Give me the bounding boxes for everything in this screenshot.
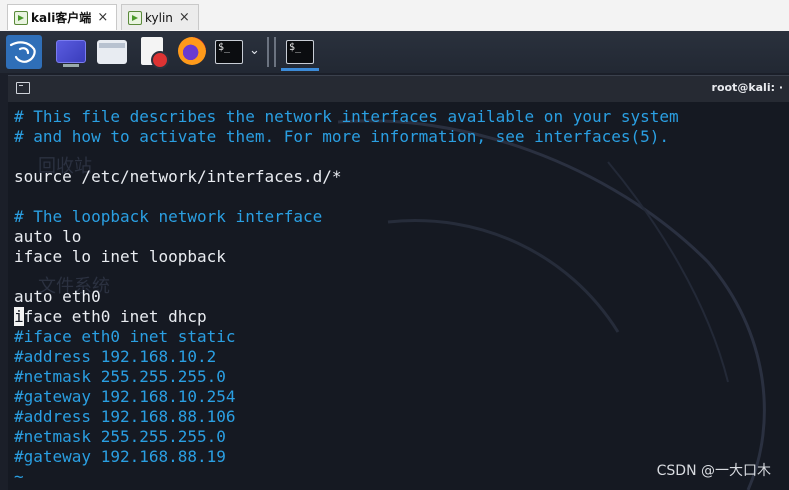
show-desktop-icon[interactable]	[56, 40, 86, 67]
panel-separator	[267, 37, 269, 67]
kali-top-panel: $_ ⌄ $_	[0, 31, 789, 73]
vm-icon	[128, 10, 142, 25]
text-line: ~	[14, 467, 24, 486]
vm-tab-kali[interactable]: kali客户端 ×	[7, 4, 117, 30]
vm-tab-bar: kali客户端 × kylin ×	[0, 0, 789, 32]
text-line: #iface eth0 inet static	[14, 327, 236, 346]
text-line: #gateway 192.168.10.254	[14, 387, 236, 406]
vm-tab-label: kylin	[145, 10, 173, 25]
close-icon[interactable]: ×	[179, 10, 190, 25]
terminal-titlebar: root@kali: ·	[8, 75, 789, 102]
terminal-icon[interactable]: $_	[215, 40, 243, 64]
text-line: iface lo inet loopback	[14, 247, 226, 266]
terminal-title: root@kali: ·	[711, 81, 783, 94]
text-cursor: i	[14, 307, 24, 326]
active-window-indicator	[281, 68, 319, 71]
vm-tab-label: kali客户端	[31, 11, 92, 25]
text-line: #address 192.168.88.106	[14, 407, 236, 426]
text-line: iface eth0 inet dhcp	[14, 307, 679, 327]
terminal-icon-prompt: $_	[289, 42, 302, 53]
file-content[interactable]: # This file describes the network interf…	[14, 107, 679, 487]
text-line: auto eth0	[14, 287, 101, 306]
close-icon[interactable]: ×	[97, 10, 108, 25]
text-line: # The loopback network interface	[14, 207, 323, 226]
text-line: auto lo	[14, 227, 82, 246]
text-line: source /etc/network/interfaces.d/*	[14, 167, 342, 186]
terminal-icon-prompt: $_	[218, 42, 231, 53]
firefox-icon[interactable]	[178, 37, 206, 65]
vm-tab-kylin[interactable]: kylin ×	[121, 4, 199, 30]
text-line: # and how to activate them. For more inf…	[14, 127, 670, 146]
text-line	[14, 147, 679, 167]
panel-separator	[274, 37, 276, 67]
watermark: CSDN @一大口木	[656, 463, 771, 479]
vm-icon	[14, 10, 28, 25]
terminal-icon	[16, 82, 30, 94]
kali-menu-icon[interactable]	[6, 35, 42, 69]
text-line: #gateway 192.168.88.19	[14, 447, 226, 466]
text-line-rest: face eth0 inet dhcp	[23, 307, 207, 326]
text-line	[14, 267, 679, 287]
text-line: #netmask 255.255.255.0	[14, 427, 226, 446]
text-line: #netmask 255.255.255.0	[14, 367, 226, 386]
terminal-window-button[interactable]: $_	[286, 40, 314, 64]
text-line: # This file describes the network interf…	[14, 107, 679, 126]
text-line: #address 192.168.10.2	[14, 347, 217, 366]
chevron-down-icon[interactable]: ⌄	[249, 43, 260, 58]
terminal-body[interactable]: 回收站 文件系统 # This file describes the netwo…	[8, 102, 789, 490]
text-editor-icon[interactable]	[141, 37, 169, 69]
text-line	[14, 187, 679, 207]
file-manager-icon[interactable]	[97, 40, 127, 64]
